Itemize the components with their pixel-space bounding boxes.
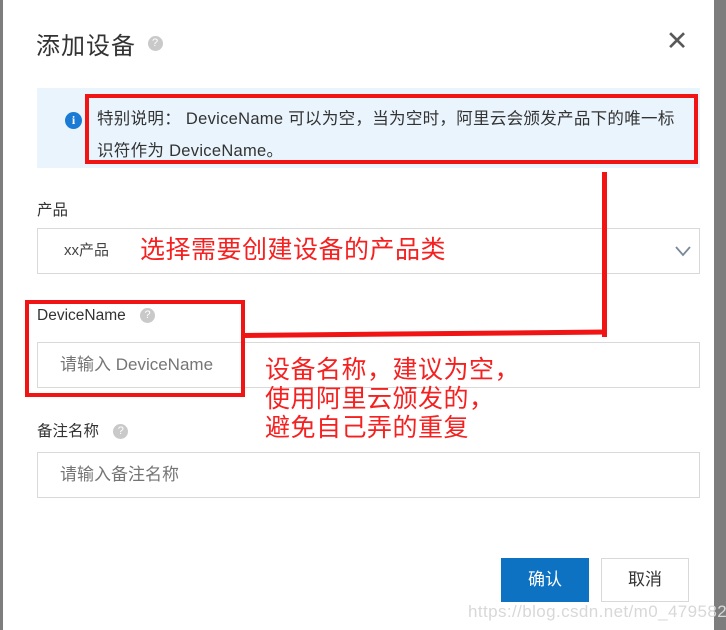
info-icon: i — [65, 112, 82, 129]
dialog-title-text: 添加设备 — [36, 33, 136, 60]
chevron-down-icon[interactable] — [672, 240, 694, 262]
page-title: 添加设备 ? — [36, 26, 163, 61]
question-mark-icon[interactable]: ? — [113, 424, 129, 440]
question-mark-icon[interactable]: ? — [140, 308, 156, 324]
product-select-value: xx产品 — [64, 242, 110, 259]
info-banner: i 特别说明： DeviceName 可以为空，当为空时，阿里云会颁发产品下的唯… — [37, 88, 700, 168]
close-icon[interactable]: ✕ — [662, 26, 692, 56]
device-name-input[interactable] — [37, 342, 700, 388]
watermark: https://blog.csdn.net/m0_47958289 — [468, 602, 726, 621]
cancel-button[interactable]: 取消 — [601, 558, 689, 602]
device-name-label-text: DeviceName — [37, 307, 126, 324]
remark-name-label: 备注名称 ? — [37, 419, 129, 441]
remark-name-label-text: 备注名称 — [37, 423, 100, 440]
product-label-text: 产品 — [37, 202, 69, 219]
add-device-dialog: 添加设备 ? ✕ i 特别说明： DeviceName 可以为空，当为空时，阿里… — [3, 0, 714, 630]
product-label: 产品 — [37, 198, 68, 220]
info-banner-text: 特别说明： DeviceName 可以为空，当为空时，阿里云会颁发产品下的唯一标… — [97, 110, 675, 160]
remark-name-input[interactable] — [37, 452, 700, 498]
product-select[interactable]: xx产品 — [37, 228, 700, 274]
background-page-right-edge — [714, 0, 726, 630]
device-name-label: DeviceName ? — [37, 307, 156, 325]
dialog-header: 添加设备 ? ✕ — [3, 0, 714, 88]
confirm-button[interactable]: 确认 — [501, 558, 589, 602]
question-mark-icon[interactable]: ? — [148, 36, 163, 51]
